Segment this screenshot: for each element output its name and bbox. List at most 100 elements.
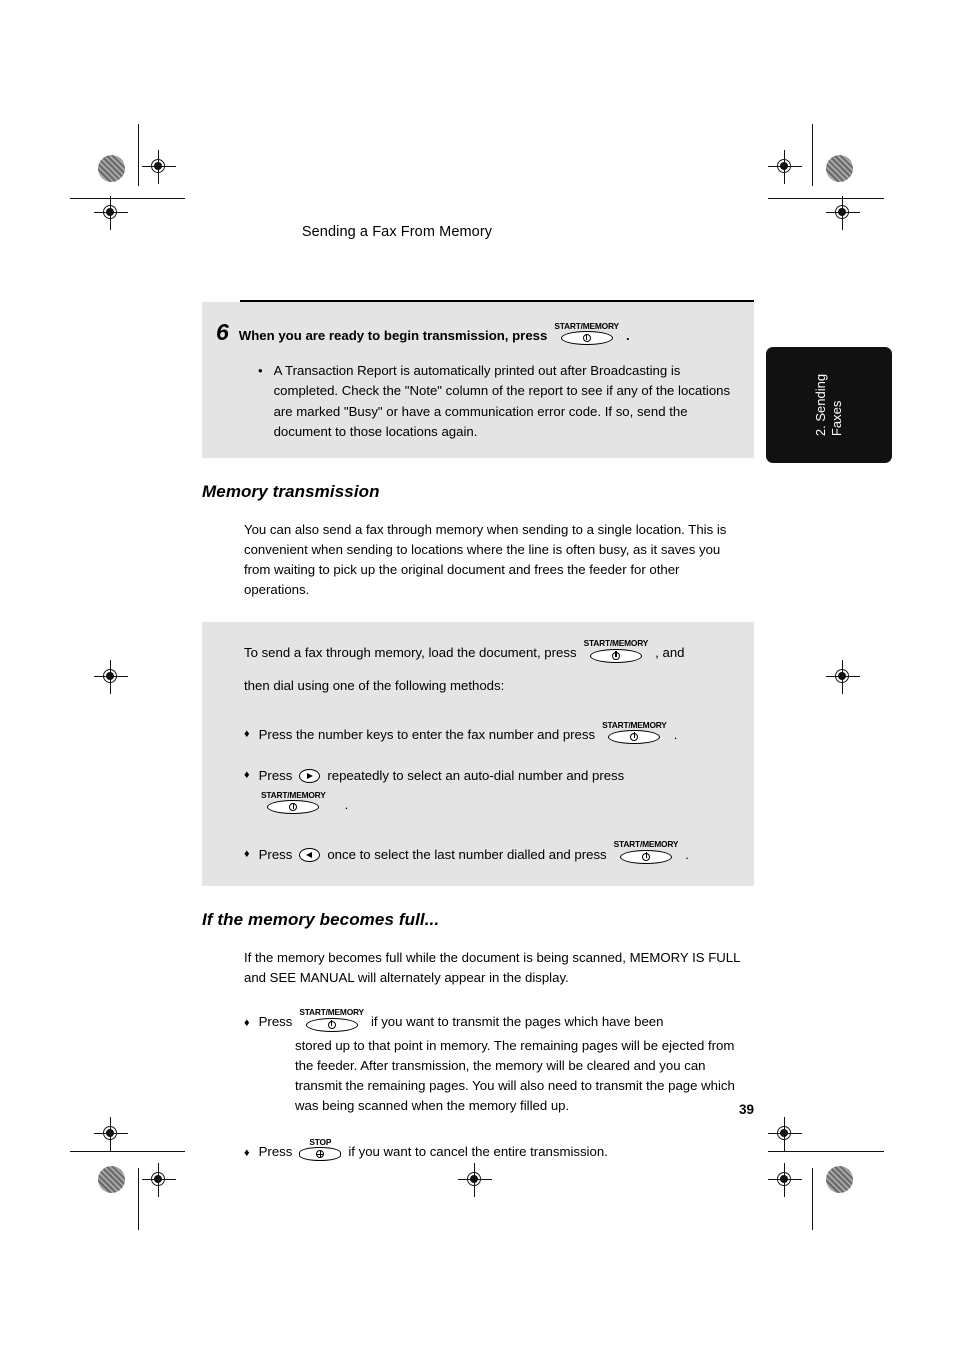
registration-target [826, 660, 860, 694]
chapter-tab-label: 2. Sending Faxes [813, 373, 844, 437]
crop-mark-vertical [812, 1168, 814, 1230]
arrow-left-icon[interactable] [299, 848, 321, 863]
registration-target [768, 1117, 802, 1151]
step-number: 6 [216, 319, 229, 345]
start-memory-key-icon[interactable]: START/MEMORY [299, 1007, 364, 1032]
diamond-bullet-icon: ♦ [244, 847, 250, 860]
method-3-press: Press [258, 846, 293, 862]
method-2-period: . [344, 797, 349, 813]
memory-transmission-intro-line2: then dial using one of the following met… [244, 678, 505, 694]
method-2-text: repeatedly to select an auto-dial number… [327, 767, 625, 783]
key-oval [608, 729, 661, 744]
memory-transmission-block: To send a fax through memory, load the d… [202, 622, 754, 886]
chapter-tab-sending-faxes: 2. Sending Faxes [766, 347, 892, 463]
start-memory-key-icon[interactable]: START/MEMORY [554, 321, 619, 346]
page-number: 39 [738, 1102, 754, 1117]
page-content: 6 When you are ready to begin transmissi… [202, 300, 754, 1163]
step-6-heading: When you are ready to begin transmission… [239, 320, 630, 347]
step-6-note: • A Transaction Report is automatically … [258, 361, 736, 441]
registration-dot [98, 1166, 125, 1193]
start-memory-key-label: START/MEMORY [299, 1007, 364, 1018]
bullet-icon: • [258, 363, 263, 379]
running-head: Sending a Fax From Memory [0, 224, 954, 240]
stop-symbol-icon [316, 1150, 325, 1159]
crop-mark-horizontal [768, 1151, 884, 1153]
running-head-text: Sending a Fax From Memory [301, 224, 493, 240]
crop-mark-horizontal [70, 1151, 185, 1153]
memory-full-item-2-text: if you want to cancel the entire transmi… [348, 1143, 608, 1159]
registration-target [142, 150, 176, 184]
memory-full-item-1-press: Press [258, 1013, 293, 1029]
stop-key-label: STOP [309, 1136, 332, 1147]
step-6-block: 6 When you are ready to begin transmissi… [202, 302, 754, 458]
diamond-bullet-icon: ♦ [244, 1146, 250, 1159]
step-6-heading-row: 6 When you are ready to begin transmissi… [216, 320, 736, 347]
power-symbol-icon [630, 732, 639, 741]
step-6-heading-period: . [625, 328, 630, 344]
start-memory-key-label: START/MEMORY [613, 839, 679, 850]
method-item-auto-dial-key-row: START/MEMORY . [254, 789, 736, 816]
memory-transmission-body: You can also send a fax through memory w… [244, 521, 727, 598]
method-item-auto-dial: ♦ Press repeatedly to select an auto-dia… [244, 767, 736, 784]
crop-mark-horizontal [768, 198, 884, 200]
memory-full-item-2-press: Press [258, 1143, 293, 1159]
crop-mark-vertical [138, 124, 140, 186]
start-memory-key-icon[interactable]: START/MEMORY [613, 839, 679, 864]
memory-full-item-transmit: ♦ Press START/MEMORY if you want to tran… [244, 1007, 754, 1033]
intro-text-before: To send a fax through memory, load the d… [244, 645, 577, 661]
memory-full-items: ♦ Press START/MEMORY if you want to tran… [202, 1007, 754, 1163]
power-symbol-icon [582, 333, 591, 343]
method-1-period: . [673, 726, 678, 742]
method-item-redial: ♦ Press once to select the last number d… [244, 839, 736, 865]
method-1-text: Press the number keys to enter the fax n… [258, 726, 596, 742]
memory-full-item-1-text: if you want to transmit the pages which … [370, 1013, 664, 1029]
start-memory-key-label: START/MEMORY [554, 321, 619, 331]
start-memory-key-icon[interactable]: START/MEMORY [261, 789, 326, 815]
registration-target [142, 1163, 176, 1197]
power-symbol-icon [327, 1020, 336, 1029]
triangle-glyph [306, 852, 313, 859]
registration-target [768, 150, 802, 184]
key-oval [560, 331, 613, 346]
memory-full-item-1-continuation: stored up to that point in memory. The r… [295, 1037, 735, 1113]
registration-dot [826, 155, 853, 182]
key-oval [299, 1147, 342, 1162]
start-memory-key-icon[interactable]: START/MEMORY [602, 719, 667, 744]
registration-dot [826, 1166, 853, 1193]
step-6-note-text: A Transaction Report is automatically pr… [273, 363, 731, 439]
crop-mark-horizontal [70, 198, 185, 200]
start-memory-key-label: START/MEMORY [261, 789, 326, 800]
registration-dot [98, 155, 125, 182]
memory-full-body: If the memory becomes full while the doc… [244, 949, 740, 985]
triangle-glyph [307, 773, 314, 780]
diamond-bullet-icon: ♦ [244, 768, 250, 781]
method-2-press: Press [258, 767, 293, 783]
power-symbol-icon [289, 802, 298, 812]
power-symbol-icon [641, 852, 650, 861]
method-item-number-keys: ♦ Press the number keys to enter the fax… [244, 719, 736, 746]
step-6-heading-text: When you are ready to begin transmission… [238, 328, 548, 344]
registration-target [94, 1117, 128, 1151]
key-oval [589, 648, 642, 663]
stop-key-icon[interactable]: STOP [299, 1136, 342, 1162]
start-memory-key-label: START/MEMORY [583, 638, 649, 649]
power-symbol-icon [611, 651, 620, 660]
intro-text-after: , and [655, 645, 685, 661]
diamond-bullet-icon: ♦ [244, 1017, 250, 1030]
key-oval [305, 1017, 358, 1032]
diamond-bullet-icon: ♦ [244, 727, 250, 740]
registration-target [94, 660, 128, 694]
memory-transmission-intro: To send a fax through memory, load the d… [244, 638, 736, 667]
registration-target [458, 1163, 492, 1197]
crop-mark-vertical [812, 124, 814, 186]
section-title-memory-transmission: Memory transmission [202, 481, 380, 501]
memory-full-item-cancel: ♦ Press STOP if you want to cancel the e… [244, 1136, 754, 1163]
method-3-period: . [685, 846, 689, 862]
section-title-memory-full: If the memory becomes full... [202, 909, 440, 929]
start-memory-key-icon[interactable]: START/MEMORY [583, 638, 649, 663]
method-3-text: once to select the last number dialled a… [327, 846, 607, 862]
arrow-right-icon[interactable] [299, 769, 321, 784]
registration-target [768, 1163, 802, 1197]
key-oval [267, 800, 320, 815]
start-memory-key-label: START/MEMORY [602, 719, 667, 730]
